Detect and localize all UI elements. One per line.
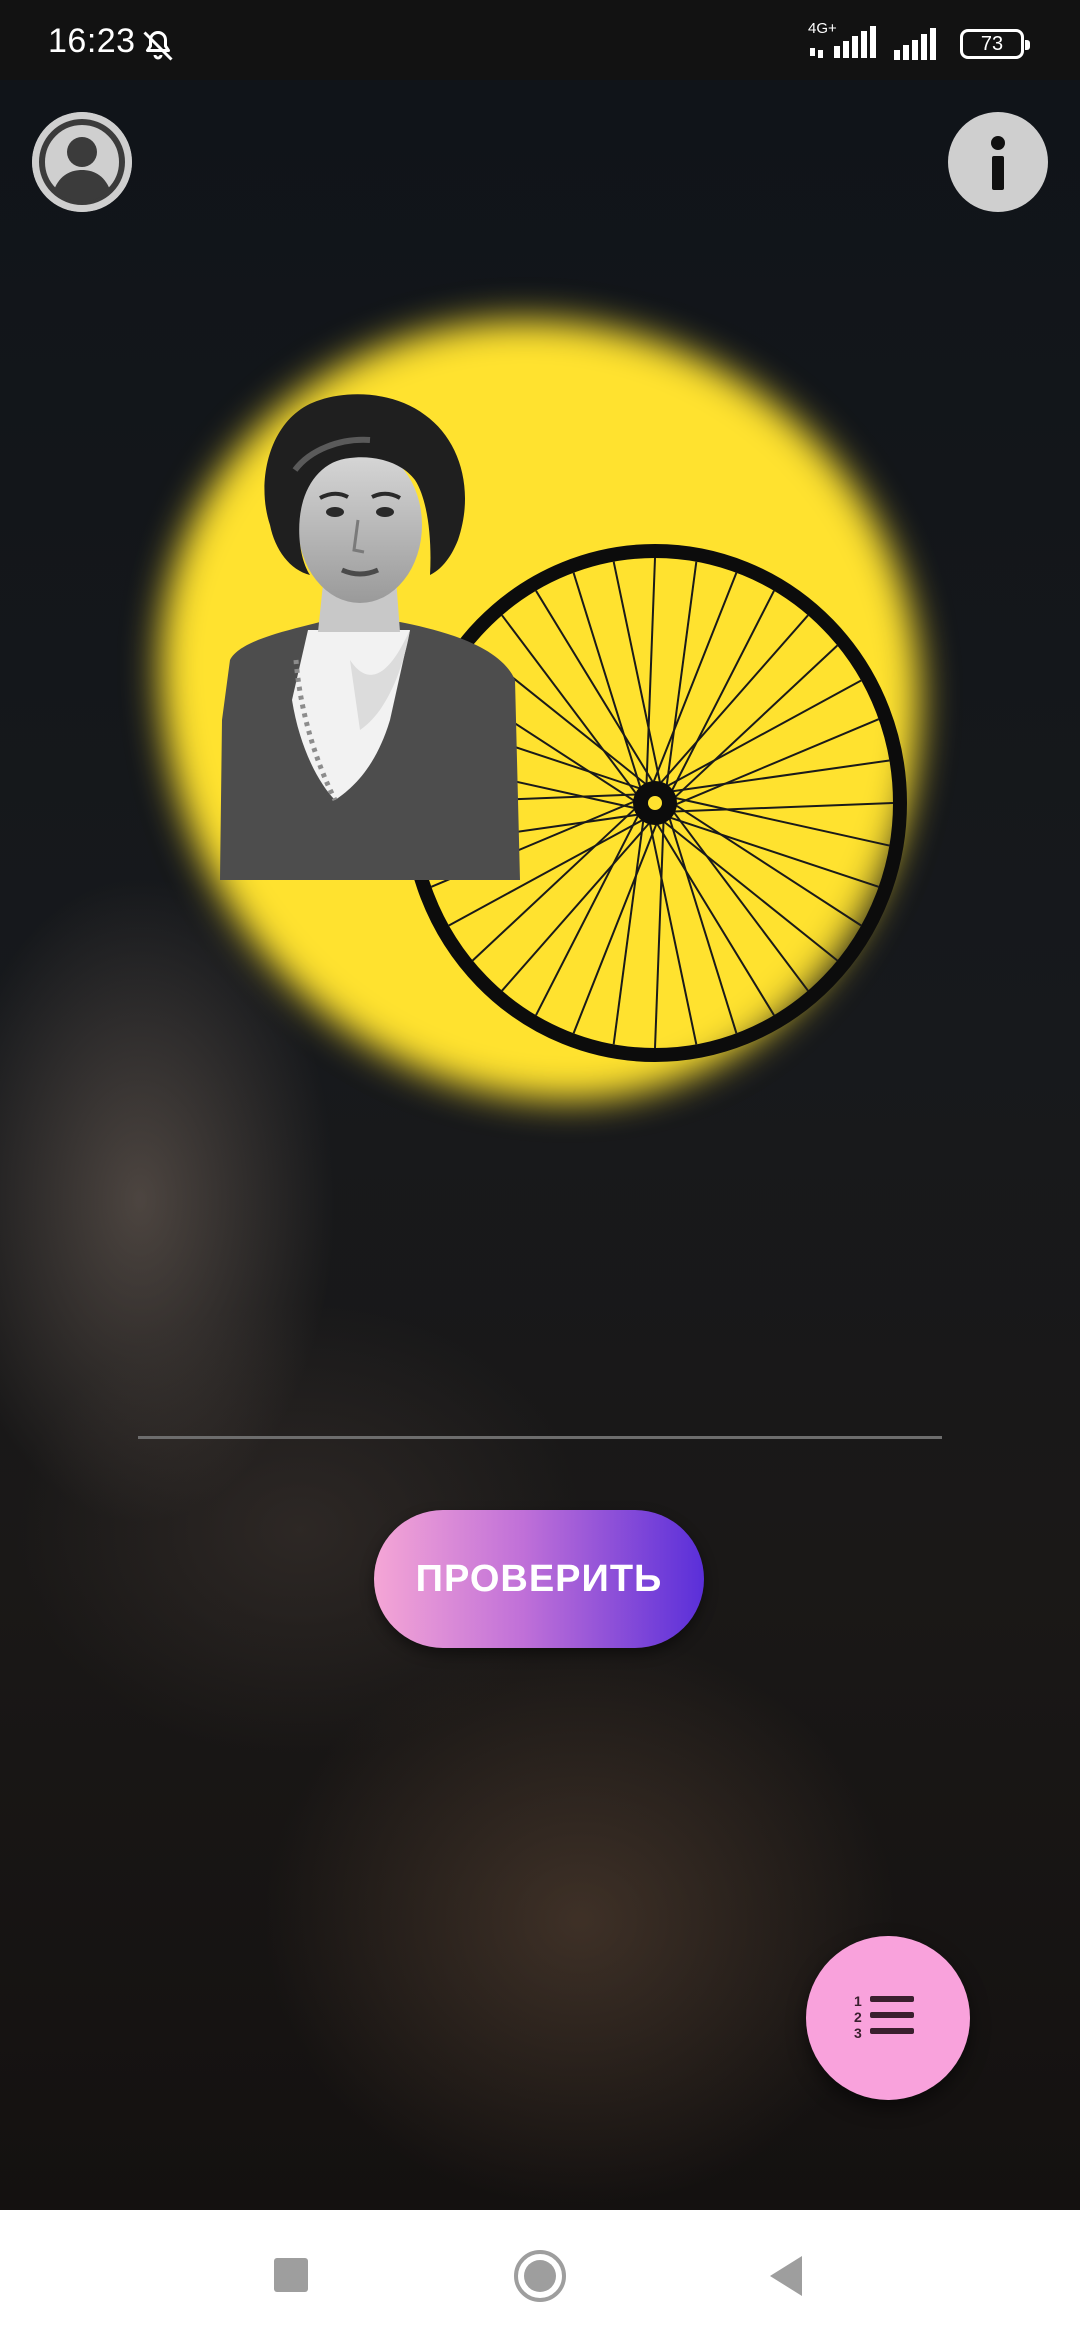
wheel-spoke xyxy=(651,572,738,786)
svg-text:3: 3 xyxy=(854,2025,862,2041)
wheel-spoke xyxy=(535,811,641,1016)
wheel-spoke xyxy=(672,802,862,927)
wheel-spoke xyxy=(666,815,879,888)
wheel-spoke xyxy=(672,718,880,807)
wheel-spoke xyxy=(572,820,659,1034)
wheel-spoke xyxy=(671,644,839,801)
status-bar: 16:23 4G+ 73 xyxy=(0,0,1080,80)
info-icon xyxy=(991,136,1005,190)
signal-icon xyxy=(894,28,936,60)
portrait-photo xyxy=(220,394,520,880)
levels-list-button[interactable]: 1 2 3 xyxy=(806,1936,970,2100)
wheel-spoke xyxy=(535,590,656,786)
home-button[interactable] xyxy=(510,2246,570,2306)
wheel-spoke xyxy=(657,614,809,787)
status-indicators: 4G+ 73 xyxy=(808,20,1030,62)
recents-button[interactable] xyxy=(262,2246,322,2306)
battery-icon: 73 xyxy=(960,29,1030,59)
wheel-spoke xyxy=(612,816,645,1045)
numbered-list-icon: 1 2 3 xyxy=(854,1993,914,2041)
system-navigation-bar xyxy=(0,2210,1080,2340)
wheel-spoke xyxy=(660,818,838,962)
puzzle-image xyxy=(100,210,980,1190)
wheel-spoke xyxy=(670,808,809,992)
recents-square-icon xyxy=(274,2258,308,2292)
status-time: 16:23 xyxy=(48,22,136,60)
network-indicator: 4G+ xyxy=(808,20,880,62)
account-circle-icon xyxy=(32,112,132,212)
check-button[interactable]: ПРОВЕРИТЬ xyxy=(374,1510,704,1648)
wheel-spoke xyxy=(668,759,890,793)
battery-level: 73 xyxy=(980,32,1004,55)
wheel-spoke xyxy=(669,590,775,795)
wheel-spoke xyxy=(572,572,643,792)
wheel-spoke xyxy=(654,820,775,1016)
signal-icon xyxy=(810,26,876,58)
app-surface: ПРОВЕРИТЬ 1 2 3 xyxy=(0,80,1080,2210)
back-triangle-icon xyxy=(770,2256,802,2296)
home-circle-icon xyxy=(514,2250,566,2302)
back-button[interactable] xyxy=(758,2246,818,2306)
info-button[interactable] xyxy=(948,112,1048,212)
wheel-spoke xyxy=(665,561,698,790)
svg-text:1: 1 xyxy=(854,1993,862,2009)
wheel-spoke xyxy=(667,814,738,1034)
profile-button[interactable] xyxy=(32,112,132,212)
wheel-spoke xyxy=(663,679,862,789)
svg-text:2: 2 xyxy=(854,2009,862,2025)
wheel-spoke xyxy=(501,614,640,798)
bell-off-icon xyxy=(143,31,173,61)
answer-input[interactable] xyxy=(138,1396,942,1439)
wheel-spoke xyxy=(501,819,653,992)
